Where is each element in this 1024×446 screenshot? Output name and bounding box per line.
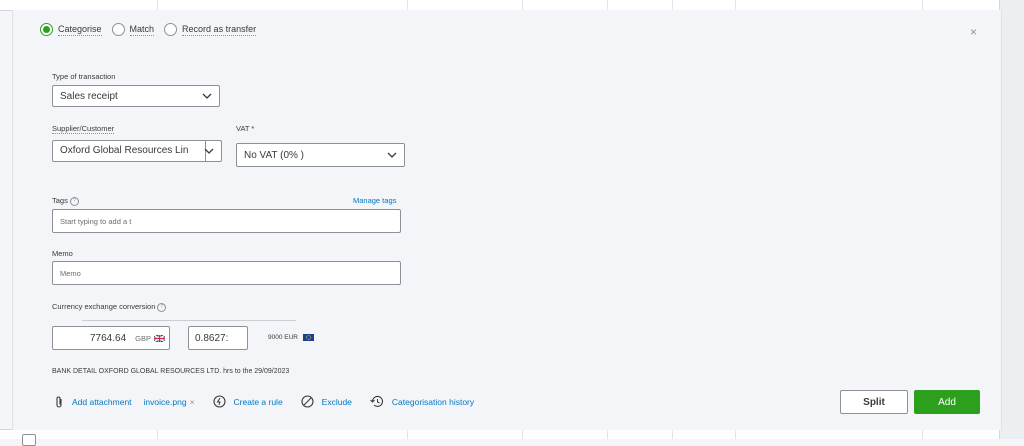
manage-tags-link[interactable]: Manage tags (353, 196, 396, 205)
remove-attachment-icon[interactable]: × (190, 397, 195, 407)
record-transfer-label[interactable]: Record as transfer (182, 24, 257, 36)
vat-select[interactable]: No VAT (0% ) (236, 143, 405, 167)
column-divider (735, 0, 736, 10)
create-rule-link[interactable]: Create a rule (212, 395, 283, 408)
row-checkbox[interactable] (22, 434, 36, 446)
tags-label: Tags? (52, 196, 79, 206)
rule-icon (212, 395, 226, 408)
exclude-link[interactable]: Exclude (301, 395, 352, 408)
column-divider (672, 430, 673, 439)
type-of-transaction-value: Sales receipt (60, 90, 118, 102)
bank-detail-text: BANK DETAIL OXFORD GLOBAL RESOURCES LTD.… (52, 368, 290, 375)
help-icon[interactable]: ? (69, 196, 79, 206)
chevron-down-icon (386, 149, 398, 161)
type-of-transaction-select[interactable]: Sales receipt (52, 85, 220, 107)
column-divider (922, 430, 923, 439)
paperclip-icon (56, 396, 62, 408)
conversion-divider (82, 320, 296, 321)
column-divider (922, 0, 923, 10)
categorise-label[interactable]: Categorise (58, 24, 102, 36)
column-divider (607, 430, 608, 439)
add-attachment-label[interactable]: Add attachment (72, 397, 132, 407)
exclude-icon (301, 395, 314, 408)
record-transfer-radio[interactable] (164, 23, 178, 36)
categorisation-history-link[interactable]: Categorisation history (370, 395, 474, 408)
help-icon[interactable]: ? (157, 302, 167, 312)
home-currency-code: GBP (135, 333, 151, 343)
column-divider (735, 430, 736, 439)
home-amount-field[interactable]: 7764.64 GBP (52, 326, 170, 350)
history-icon (370, 395, 383, 407)
match-radio[interactable] (111, 23, 125, 36)
eu-flag-icon (302, 334, 314, 341)
exchange-rate-value: 0.8627: (195, 332, 229, 344)
column-divider (522, 430, 523, 439)
add-attachment-link[interactable]: Add attachment invoice.png × (54, 396, 195, 408)
categorise-radio[interactable] (40, 23, 53, 36)
column-divider (522, 0, 523, 10)
supplier-customer-label: Supplier/Customer (52, 124, 115, 134)
type-of-transaction-label: Type of transaction (52, 72, 116, 81)
column-divider (157, 0, 158, 10)
supplier-customer-select[interactable]: Oxford Global Resources Lin (52, 140, 222, 162)
exchange-rate-field[interactable]: 0.8627: (188, 326, 248, 350)
chevron-down-icon (201, 90, 213, 102)
column-divider (157, 430, 158, 439)
column-divider (407, 0, 408, 10)
column-divider (607, 0, 608, 10)
uk-flag-icon (154, 334, 165, 342)
vat-value: No VAT (0% ) (244, 149, 305, 161)
tags-input[interactable]: Start typing to add a t (52, 209, 401, 233)
column-divider (407, 430, 408, 439)
memo-label: Memo (52, 249, 73, 258)
table-row-below (0, 429, 1000, 439)
currency-conversion-label: Currency exchange conversion? (52, 302, 167, 312)
supplier-customer-value: Oxford Global Resources Lin (53, 141, 206, 161)
home-amount-value: 7764.64 (90, 332, 127, 344)
attachment-file-link[interactable]: invoice.png (144, 397, 187, 407)
mode-radio-group: Categorise Match Record as transfer (40, 23, 266, 36)
add-button[interactable]: Add (914, 390, 980, 414)
column-divider (672, 0, 673, 10)
vat-label: VAT * (236, 124, 255, 133)
foreign-amount: 9000 EUR (268, 334, 314, 341)
scrollbar-track[interactable] (999, 0, 1024, 439)
split-button[interactable]: Split (840, 390, 908, 414)
close-icon[interactable]: × (970, 25, 977, 39)
action-bar: Add attachment invoice.png × Create a ru… (54, 395, 492, 408)
match-label[interactable]: Match (129, 24, 155, 36)
memo-input[interactable]: Memo (52, 261, 401, 285)
chevron-down-icon[interactable] (203, 145, 215, 157)
